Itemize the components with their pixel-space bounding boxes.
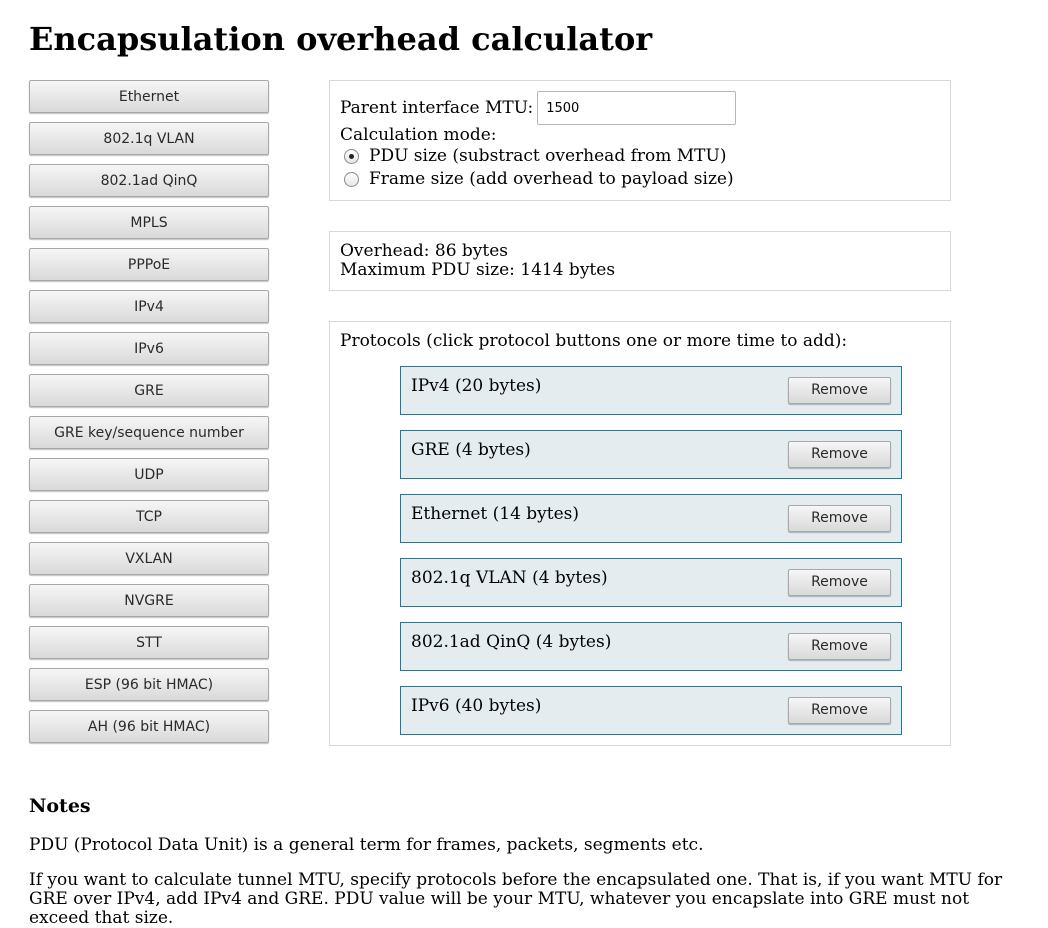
added-protocol-name: IPv6 (40 bytes) bbox=[411, 696, 542, 716]
remove-protocol-button[interactable]: Remove bbox=[788, 505, 891, 532]
page-title: Encapsulation overhead calculator bbox=[29, 20, 653, 58]
add-protocol-button[interactable]: AH (96 bit HMAC) bbox=[29, 710, 269, 743]
add-protocol-button[interactable]: ESP (96 bit HMAC) bbox=[29, 668, 269, 701]
add-protocol-button[interactable]: NVGRE bbox=[29, 584, 269, 617]
added-protocol-item: IPv6 (40 bytes) Remove bbox=[400, 686, 902, 735]
note-tunnel-mtu: If you want to calculate tunnel MTU, spe… bbox=[29, 870, 1003, 928]
add-protocol-button[interactable]: UDP bbox=[29, 458, 269, 491]
mode-pdu-option[interactable]: PDU size (substract overhead from MTU) bbox=[344, 147, 726, 166]
remove-protocol-button[interactable]: Remove bbox=[788, 441, 891, 468]
mode-frame-label: Frame size (add overhead to payload size… bbox=[369, 169, 734, 189]
remove-protocol-button[interactable]: Remove bbox=[788, 697, 891, 724]
add-protocol-button[interactable]: GRE bbox=[29, 374, 269, 407]
mode-frame-option[interactable]: Frame size (add overhead to payload size… bbox=[344, 170, 734, 189]
added-protocol-name: 802.1ad QinQ (4 bytes) bbox=[411, 632, 612, 652]
add-protocol-button[interactable]: GRE key/sequence number bbox=[29, 416, 269, 449]
result-panel: Overhead: 86 bytes Maximum PDU size: 141… bbox=[329, 231, 951, 291]
add-protocol-button[interactable]: VXLAN bbox=[29, 542, 269, 575]
added-protocol-name: IPv4 (20 bytes) bbox=[411, 376, 542, 396]
remove-protocol-button[interactable]: Remove bbox=[788, 633, 891, 660]
mtu-row: Parent interface MTU: bbox=[340, 91, 737, 125]
remove-protocol-button[interactable]: Remove bbox=[788, 569, 891, 596]
add-protocol-button[interactable]: TCP bbox=[29, 500, 269, 533]
add-protocol-button[interactable]: STT bbox=[29, 626, 269, 659]
added-protocol-name: 802.1q VLAN (4 bytes) bbox=[411, 568, 608, 588]
remove-protocol-button[interactable]: Remove bbox=[788, 377, 891, 404]
protocol-button-list: Ethernet 802.1q VLAN 802.1ad QinQ MPLS PPPoE… bbox=[29, 80, 269, 752]
mode-pdu-label: PDU size (substract overhead from MTU) bbox=[369, 146, 727, 166]
add-protocol-button[interactable]: MPLS bbox=[29, 206, 269, 239]
calculation-mode-label: Calculation mode: bbox=[340, 125, 497, 145]
note-pdu-definition: PDU (Protocol Data Unit) is a general te… bbox=[29, 835, 704, 855]
added-protocol-name: Ethernet (14 bytes) bbox=[411, 504, 580, 524]
mode-pdu-radio[interactable] bbox=[344, 149, 359, 164]
added-protocol-item: Ethernet (14 bytes) Remove bbox=[400, 494, 902, 543]
added-protocol-name: GRE (4 bytes) bbox=[411, 440, 531, 460]
mtu-input[interactable] bbox=[537, 91, 737, 125]
add-protocol-button[interactable]: 802.1q VLAN bbox=[29, 122, 269, 155]
settings-panel: Parent interface MTU: Calculation mode: … bbox=[329, 80, 951, 201]
protocols-panel: Protocols (click protocol buttons one or… bbox=[329, 321, 951, 746]
mode-frame-radio[interactable] bbox=[344, 172, 359, 187]
added-protocol-item: GRE (4 bytes) Remove bbox=[400, 430, 902, 479]
mtu-label: Parent interface MTU: bbox=[340, 97, 534, 118]
add-protocol-button[interactable]: Ethernet bbox=[29, 80, 269, 113]
added-protocol-item: 802.1q VLAN (4 bytes) Remove bbox=[400, 558, 902, 607]
added-protocol-item: 802.1ad QinQ (4 bytes) Remove bbox=[400, 622, 902, 671]
add-protocol-button[interactable]: IPv6 bbox=[29, 332, 269, 365]
added-protocol-item: IPv4 (20 bytes) Remove bbox=[400, 366, 902, 415]
add-protocol-button[interactable]: PPPoE bbox=[29, 248, 269, 281]
add-protocol-button[interactable]: 802.1ad QinQ bbox=[29, 164, 269, 197]
notes-heading: Notes bbox=[29, 795, 91, 817]
add-protocol-button[interactable]: IPv4 bbox=[29, 290, 269, 323]
overhead-text: Overhead: 86 bytes bbox=[340, 241, 509, 261]
max-pdu-text: Maximum PDU size: 1414 bytes bbox=[340, 260, 616, 280]
protocols-label: Protocols (click protocol buttons one or… bbox=[340, 331, 848, 351]
added-protocol-list: IPv4 (20 bytes) Remove GRE (4 bytes) Remove… bbox=[400, 366, 902, 750]
